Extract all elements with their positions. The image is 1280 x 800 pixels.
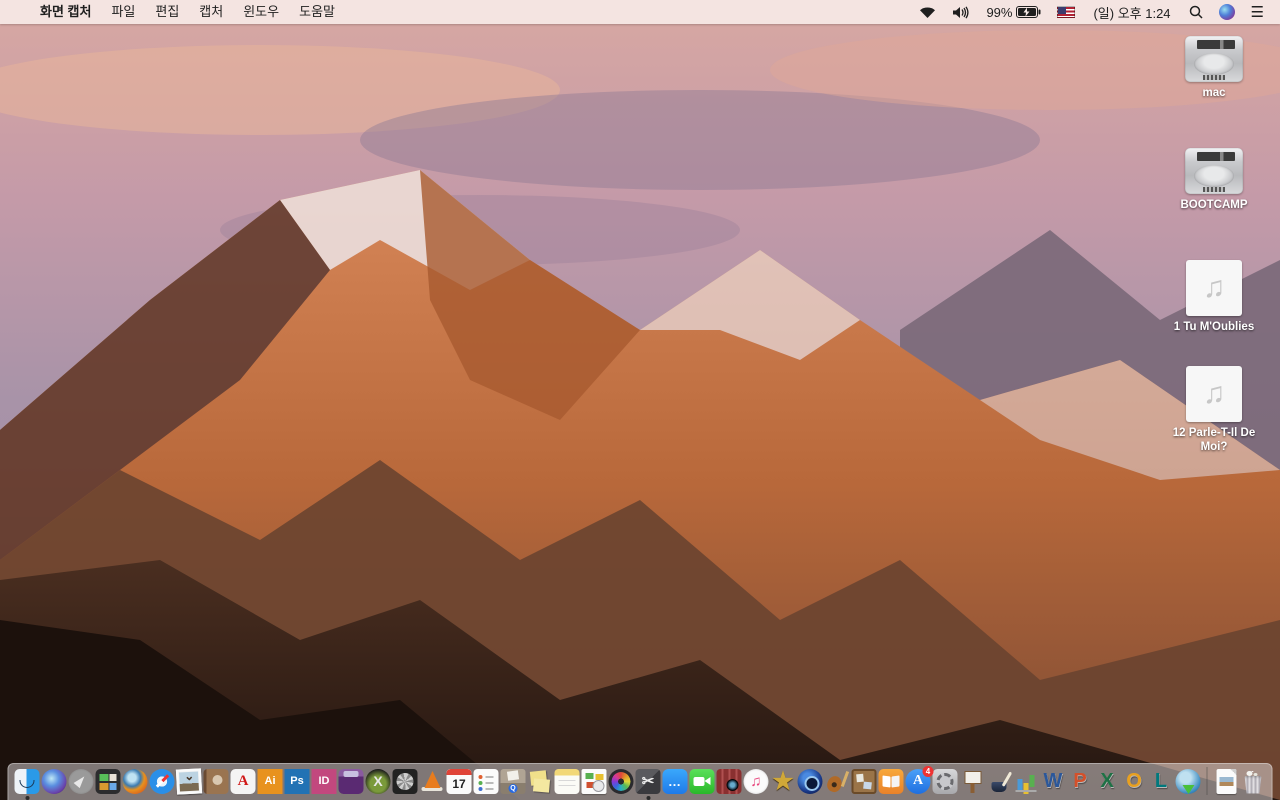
dock-divider [1206,767,1208,795]
desktop-icon-audio-file-1[interactable]: ♫ 1 Tu M'Oublies [1166,260,1262,334]
x-app-icon[interactable]: X [365,768,391,794]
report-doc-icon[interactable] [581,768,607,794]
battery-percent: 99% [986,4,1013,20]
music-note-icon: ♫ [1202,271,1226,304]
grab-icon[interactable]: ✂ [635,768,661,800]
indesign-icon[interactable]: ID [311,768,337,794]
ibooks-icon[interactable] [878,768,904,794]
acrobat-icon[interactable]: A [230,768,256,794]
pages-old-icon[interactable] [987,769,1012,794]
vlc-icon[interactable] [420,769,445,794]
menu-clock[interactable]: (일) 오후 1:24 [1083,3,1180,22]
us-flag-icon [1057,6,1076,18]
toast-icon[interactable] [338,768,364,794]
calendar-icon[interactable]: 17 [446,768,472,794]
desktop-icon-label: mac [1202,87,1226,99]
notification-badge: 4 [922,765,934,777]
desktop-screen: 화면 캡처 파일 편집 캡처 윈도우 도움말 99% (일) 오후 1:24 ☰… [0,0,1280,800]
dock: AAiPsIDX17✂…♫★A4WPXOL [7,763,1273,800]
bird-photo-icon[interactable] [175,767,203,795]
safari-icon[interactable] [149,768,175,794]
hard-drive-icon [1185,36,1243,82]
hard-drive-icon [1185,148,1243,194]
lync-icon[interactable]: L [1149,769,1174,794]
menu-item-2[interactable]: 캡처 [189,0,233,24]
battery-charging-icon [1016,6,1041,18]
app-menus: 파일 편집 캡처 윈도우 도움말 [101,0,345,24]
siri-icon[interactable] [41,768,67,794]
notes-icon[interactable] [554,768,580,794]
reminders-icon[interactable] [473,768,499,794]
desktop-icon-label: 1 Tu M'Oublies [1173,321,1255,333]
contacts-icon[interactable] [203,768,229,794]
desktop-icon-audio-file-2[interactable]: ♫ 12 Parle-T-Il De Moi? [1166,366,1262,455]
spotlight-search-icon[interactable] [1181,0,1211,24]
excel-icon[interactable]: X [1095,769,1120,794]
facetime-icon[interactable] [689,768,715,794]
photo-booth-icon[interactable] [716,768,742,794]
battery-status[interactable]: 99% [978,0,1049,24]
launchpad-icon[interactable] [68,768,94,794]
numbers-old-icon[interactable] [1014,769,1039,794]
active-app-menu[interactable]: 화면 캡처 [30,0,101,24]
powerpoint-icon[interactable]: P [1068,769,1093,794]
notification-center-icon[interactable]: ☰ [1243,0,1272,24]
desktop-icon-drive-mac[interactable]: mac [1166,36,1262,100]
outlook-icon[interactable]: O [1122,769,1147,794]
wallpaper-image [0,0,1280,800]
blue-camera-icon[interactable] [797,768,823,794]
music-note-icon: ♫ [1202,377,1226,410]
menu-item-4[interactable]: 도움말 [289,0,345,24]
running-indicator-dot [646,795,650,800]
running-indicator-dot [25,795,29,800]
audio-file-icon: ♫ [1186,366,1242,422]
desktop-icon-label: BOOTCAMP [1180,199,1248,211]
mission-control-icon[interactable] [95,768,121,794]
imovie-star-icon[interactable]: ★ [771,769,796,794]
disk-fan-icon[interactable] [392,768,418,794]
stickies-icon[interactable] [528,769,553,794]
audio-file-icon: ♫ [1186,260,1242,316]
messages-icon[interactable]: … [662,768,688,794]
app-store-icon[interactable]: A4 [905,765,934,794]
input-source-flag[interactable] [1049,0,1083,24]
finder-icon[interactable] [14,768,40,800]
menu-bar: 화면 캡처 파일 편집 캡처 윈도우 도움말 99% (일) 오후 1:24 ☰ [0,0,1280,24]
photos-icon[interactable] [608,768,634,794]
bulletin-board-icon[interactable] [851,768,877,794]
photoshop-icon[interactable]: Ps [284,768,310,794]
document-file-icon[interactable] [1214,768,1239,794]
menu-item-3[interactable]: 윈도우 [233,0,289,24]
keynote-old-icon[interactable] [960,769,985,794]
desktop-icon-label: 12 Parle-T-Il De Moi? [1172,427,1256,454]
word-icon[interactable]: W [1041,769,1066,794]
garageband-icon[interactable] [825,769,850,794]
illustrator-icon[interactable]: Ai [257,768,283,794]
itunes-icon[interactable]: ♫ [743,768,769,794]
siri-menu-icon[interactable] [1211,0,1243,24]
downloader-icon[interactable] [1175,768,1201,794]
menu-item-0[interactable]: 파일 [101,0,145,24]
desktop-icon-drive-bootcamp[interactable]: BOOTCAMP [1166,148,1262,212]
archive-box-icon[interactable] [500,768,526,794]
trash-icon[interactable] [1241,769,1266,794]
volume-icon[interactable] [944,0,978,24]
menu-item-1[interactable]: 편집 [145,0,189,24]
wifi-icon[interactable] [911,0,944,24]
firefox-icon[interactable] [122,768,148,794]
sys-prefs-icon[interactable] [932,768,958,794]
